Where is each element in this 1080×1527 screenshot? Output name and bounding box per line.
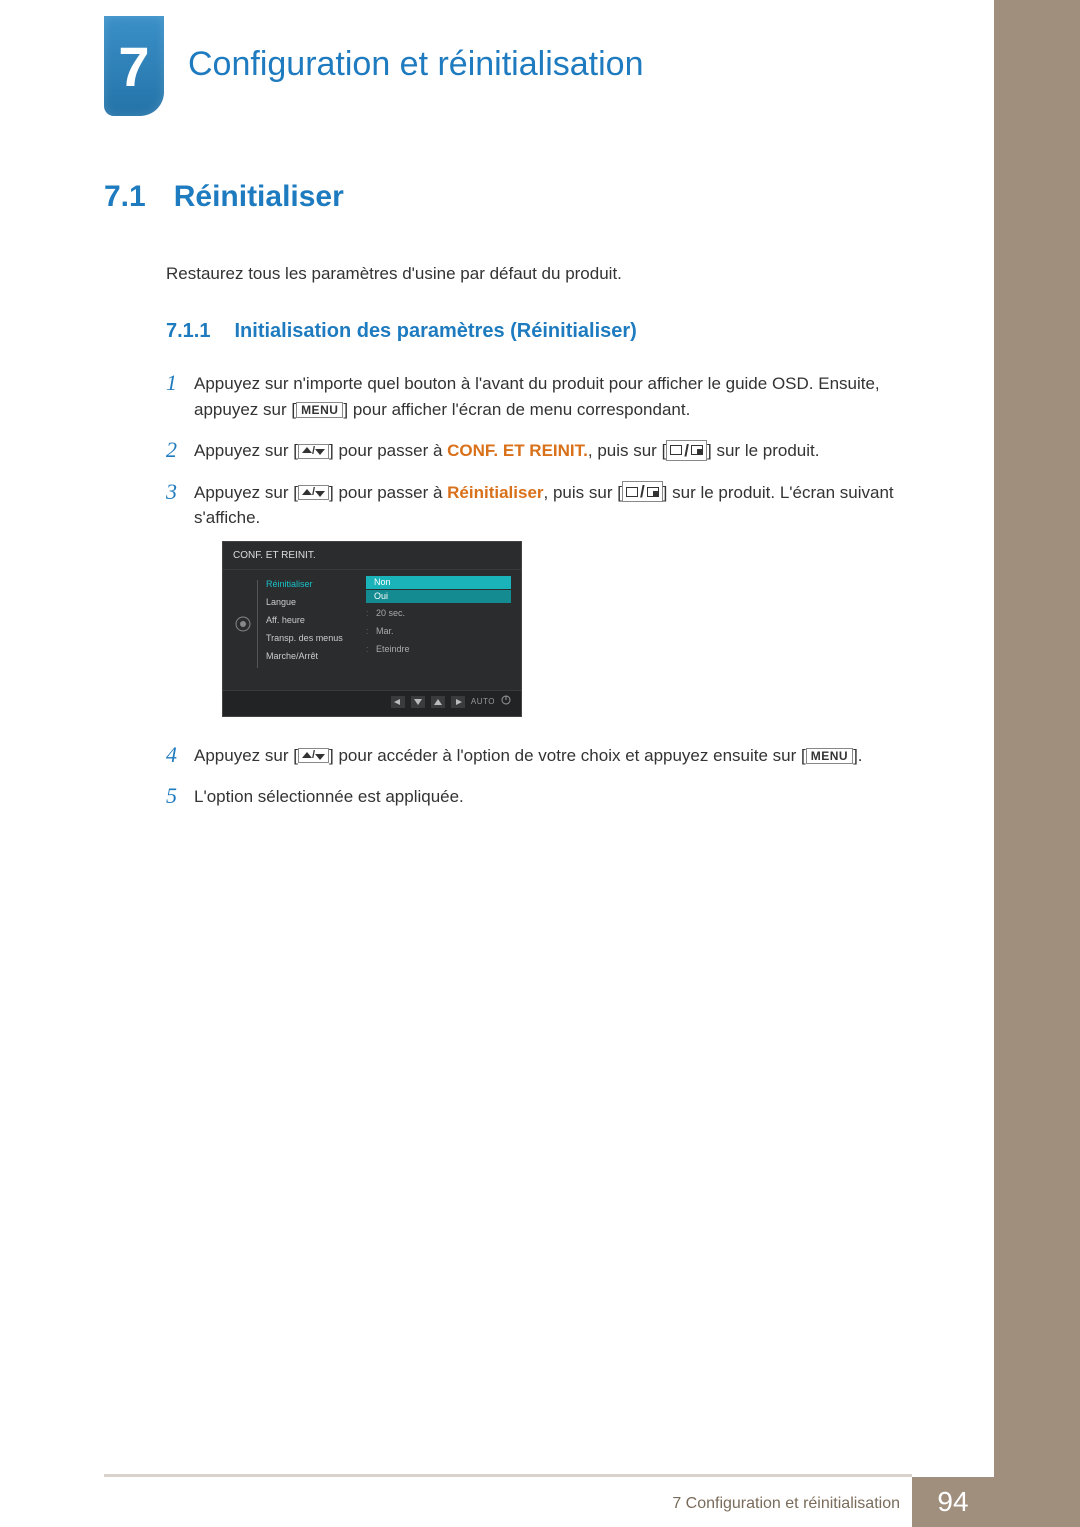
- text: , puis sur [: [544, 483, 622, 502]
- page-content: 7.1 Réinitialiser Restaurez tous les para…: [104, 180, 904, 826]
- highlight: Réinitialiser: [447, 483, 543, 502]
- subsection-heading: 7.1.1 Initialisation des paramètres (Réin…: [166, 320, 904, 343]
- osd-option: Oui: [366, 590, 511, 603]
- step-body: Appuyez sur n'importe quel bouton à l'av…: [194, 371, 904, 422]
- text: Appuyez sur [: [194, 746, 298, 765]
- osd-label: Réinitialiser: [266, 576, 366, 594]
- osd-labels: Réinitialiser Langue Aff. heure Transp. …: [266, 576, 366, 672]
- nav-right-icon: [451, 696, 465, 708]
- text: ] pour afficher l'écran de menu correspo…: [343, 400, 690, 419]
- source-key-icon: /: [622, 481, 663, 502]
- step-number: 3: [166, 480, 194, 504]
- text: ] pour passer à: [329, 441, 447, 460]
- text: ] sur le produit.: [707, 441, 819, 460]
- menu-key-icon: MENU: [806, 748, 853, 764]
- osd-body: Réinitialiser Langue Aff. heure Transp. …: [223, 570, 521, 690]
- osd-label: Marche/Arrêt: [266, 648, 366, 666]
- step-body: L'option sélectionnée est appliquée.: [194, 784, 904, 810]
- osd-value: Eteindre: [366, 640, 511, 658]
- step-1: 1 Appuyez sur n'importe quel bouton à l'…: [166, 371, 904, 422]
- chapter-title: Configuration et réinitialisation: [188, 45, 643, 84]
- osd-screenshot: CONF. ET REINIT. Réinitialiser Langue Af…: [222, 541, 904, 717]
- up-down-key-icon: /: [298, 485, 329, 500]
- nav-power-icon: [501, 695, 511, 710]
- osd-title: CONF. ET REINIT.: [223, 542, 521, 570]
- step-number: 1: [166, 371, 194, 395]
- osd-value: 20 sec.: [366, 604, 511, 622]
- text: , puis sur [: [588, 441, 666, 460]
- side-stripe: [994, 0, 1080, 1527]
- step-5: 5 L'option sélectionnée est appliquée.: [166, 784, 904, 810]
- text: Appuyez sur [: [194, 441, 298, 460]
- menu-key-icon: MENU: [296, 402, 343, 418]
- subsection-number: 7.1.1: [166, 320, 210, 342]
- up-down-key-icon: /: [298, 444, 329, 459]
- footer-text: 7 Configuration et réinitialisation: [672, 1495, 900, 1513]
- section-number: 7.1: [104, 180, 146, 213]
- section-heading: 7.1 Réinitialiser: [104, 180, 904, 214]
- source-key-icon: /: [666, 440, 707, 461]
- step-number: 4: [166, 743, 194, 767]
- step-2: 2 Appuyez sur [/] pour passer à CONF. ET…: [166, 438, 904, 464]
- highlight: CONF. ET REINIT.: [447, 441, 588, 460]
- step-4: 4 Appuyez sur [/] pour accéder à l'optio…: [166, 743, 904, 769]
- osd-nav: AUTO: [223, 690, 521, 716]
- step-body: Appuyez sur [/] pour passer à CONF. ET R…: [194, 438, 904, 464]
- nav-up-icon: [431, 696, 445, 708]
- up-down-key-icon: /: [298, 748, 329, 763]
- step-3: 3 Appuyez sur [/] pour passer à Réinitia…: [166, 480, 904, 727]
- steps-list: 1 Appuyez sur n'importe quel bouton à l'…: [166, 371, 904, 810]
- osd-divider: [257, 580, 258, 668]
- text: Appuyez sur [: [194, 483, 298, 502]
- osd-label: Langue: [266, 594, 366, 612]
- section-intro: Restaurez tous les paramètres d'usine pa…: [166, 264, 904, 284]
- step-number: 5: [166, 784, 194, 808]
- osd-label: Transp. des menus: [266, 630, 366, 648]
- osd-option-selected: Non: [366, 576, 511, 589]
- osd-label: Aff. heure: [266, 612, 366, 630]
- text: ].: [853, 746, 862, 765]
- text: ] pour passer à: [329, 483, 447, 502]
- step-body: Appuyez sur [/] pour passer à Réinitiali…: [194, 480, 904, 727]
- osd-dial-icon: [233, 576, 253, 672]
- page-footer: 7 Configuration et réinitialisation 94: [0, 1477, 1080, 1527]
- nav-down-icon: [411, 696, 425, 708]
- subsection-title: Initialisation des paramètres (Réinitial…: [234, 320, 636, 342]
- section-title: Réinitialiser: [174, 180, 344, 213]
- text: ] pour accéder à l'option de votre choix…: [329, 746, 806, 765]
- step-body: Appuyez sur [/] pour accéder à l'option …: [194, 743, 904, 769]
- step-number: 2: [166, 438, 194, 462]
- chapter-number-tab: 7: [104, 16, 164, 116]
- nav-left-icon: [391, 696, 405, 708]
- osd-values: Non Oui 20 sec. Mar. Eteindre: [366, 576, 511, 672]
- page-number: 94: [912, 1477, 994, 1527]
- nav-auto-label: AUTO: [471, 696, 495, 708]
- osd-panel: CONF. ET REINIT. Réinitialiser Langue Af…: [222, 541, 522, 717]
- osd-value: Mar.: [366, 622, 511, 640]
